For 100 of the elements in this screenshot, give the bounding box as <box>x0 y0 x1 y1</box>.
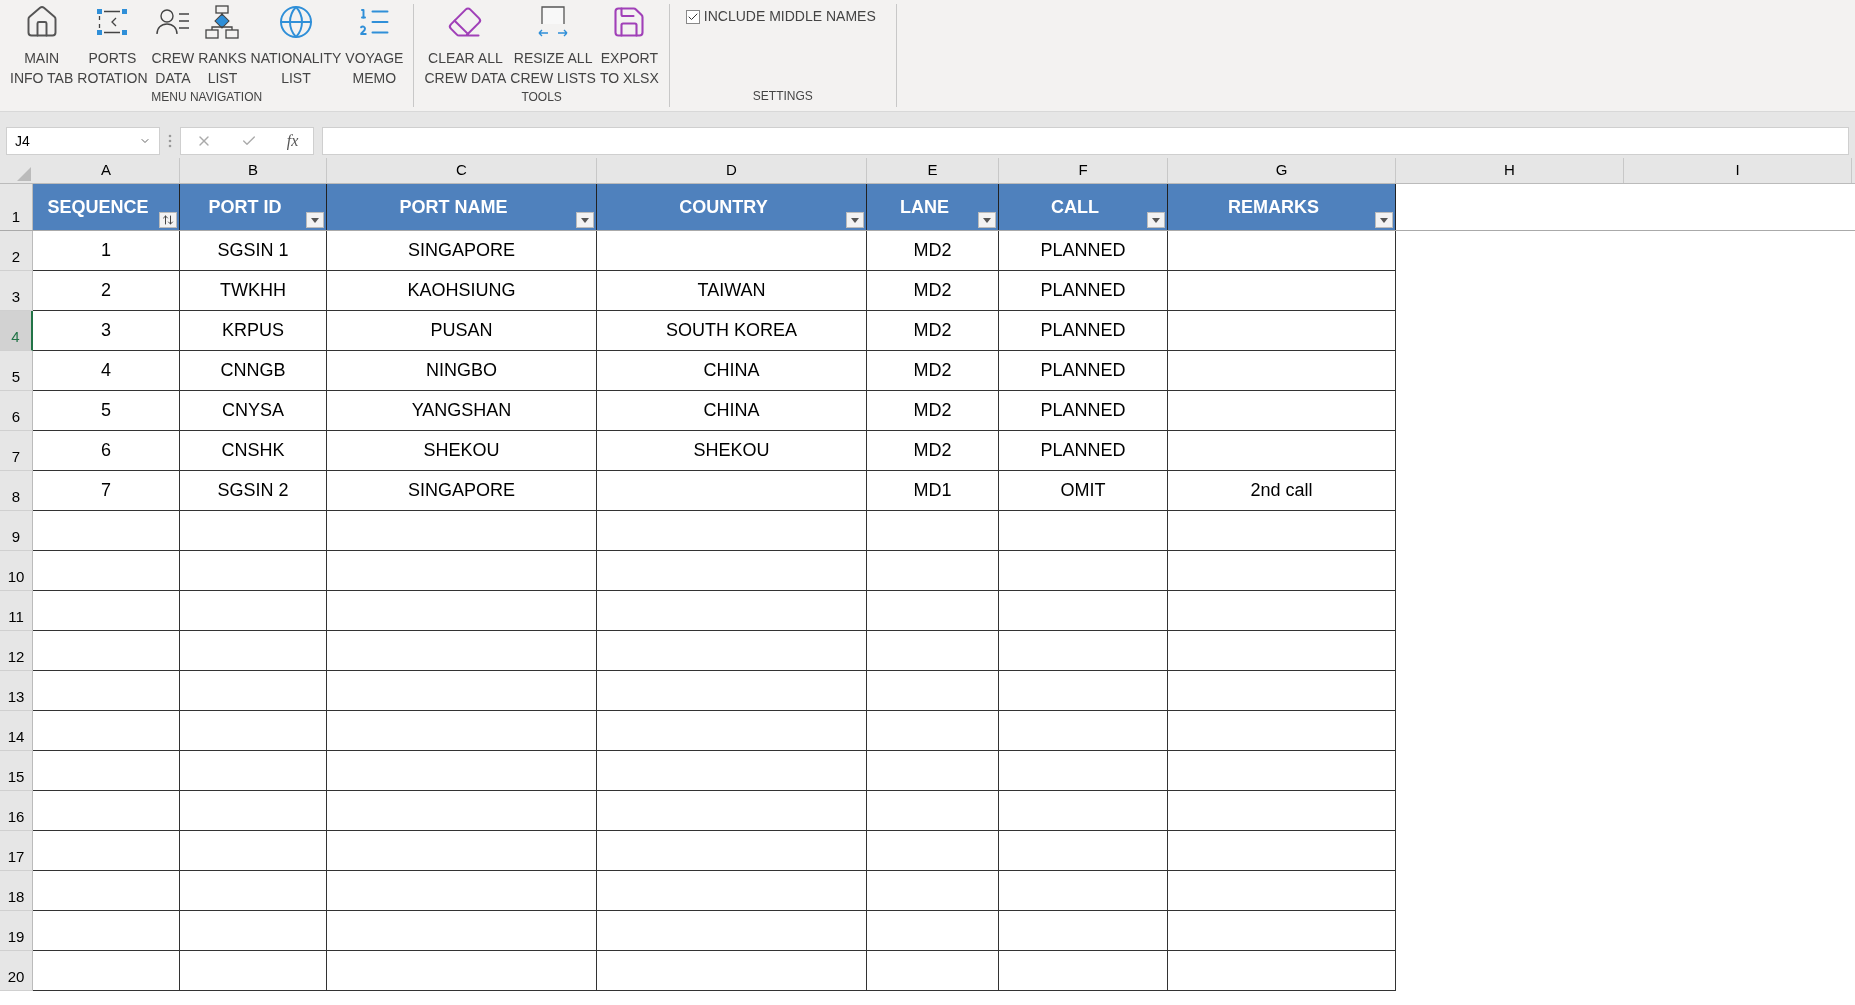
table-cell: CNNGB <box>180 351 327 391</box>
table-cell: PLANNED <box>999 391 1168 431</box>
table-header-cell: REMARKS <box>1168 184 1396 230</box>
table-cell: PLANNED <box>999 351 1168 391</box>
filter-button[interactable] <box>1147 212 1165 228</box>
ribbon-button[interactable]: RANKS LIST <box>196 4 249 88</box>
column-header[interactable]: B <box>180 158 327 183</box>
table-cell: SOUTH KOREA <box>597 311 867 351</box>
sort-icon <box>162 214 174 226</box>
checkbox[interactable] <box>685 9 700 24</box>
function-icon[interactable]: fx <box>286 129 299 153</box>
group-label: TOOLS <box>520 89 563 106</box>
column-header[interactable]: F <box>999 158 1168 183</box>
row-number[interactable]: 11 <box>0 591 33 631</box>
filter-button[interactable] <box>978 212 996 228</box>
table-cell: TAIWAN <box>597 271 867 311</box>
column-header[interactable]: A <box>33 158 180 183</box>
row-number[interactable]: 20 <box>0 951 33 991</box>
column-header[interactable]: C <box>327 158 597 183</box>
row-number[interactable]: 18 <box>0 871 33 911</box>
filter-button[interactable] <box>1375 212 1393 228</box>
row-number[interactable]: 15 <box>0 751 33 791</box>
table-cell: 4 <box>33 351 180 391</box>
filter-button[interactable] <box>576 212 594 228</box>
row-number[interactable]: 13 <box>0 671 33 711</box>
table-cell: MD2 <box>867 391 999 431</box>
row-number[interactable]: 19 <box>0 911 33 951</box>
table-cell: YANGSHAN <box>327 391 597 431</box>
row-number[interactable]: 7 <box>0 431 33 471</box>
table-cell: 7 <box>33 471 180 511</box>
ribbon-button[interactable]: NATIONALITY LIST <box>248 4 344 88</box>
ribbon-button[interactable]: VOYAGE MEMO <box>343 4 406 88</box>
ribbon-button[interactable]: PORTS ROTATION <box>75 4 150 88</box>
table-cell: 6 <box>33 431 180 471</box>
table-cell: MD2 <box>867 431 999 471</box>
row-number[interactable]: 16 <box>0 791 33 831</box>
column-header[interactable]: I <box>1624 158 1852 183</box>
group-label: MENU NAVIGATION <box>150 89 264 106</box>
table-cell: SINGAPORE <box>327 231 597 271</box>
table-cell: SGSIN 2 <box>180 471 327 511</box>
table-cell: SINGAPORE <box>327 471 597 511</box>
ribbon-button[interactable]: RESIZE ALL CREW LISTS <box>508 4 598 88</box>
column-header[interactable]: G <box>1168 158 1396 183</box>
row-number[interactable]: 3 <box>0 271 33 311</box>
caret-icon <box>983 217 991 223</box>
filter-button[interactable] <box>306 212 324 228</box>
column-header[interactable]: H <box>1396 158 1624 183</box>
table-header-cell: COUNTRY <box>597 184 867 230</box>
table-cell: PLANNED <box>999 231 1168 271</box>
table-cell: PUSAN <box>327 311 597 351</box>
row-number[interactable]: 8 <box>0 471 33 511</box>
table-cell: PLANNED <box>999 271 1168 311</box>
row-number[interactable]: 6 <box>0 391 33 431</box>
table-cell: SHEKOU <box>597 431 867 471</box>
filter-button[interactable] <box>159 212 177 228</box>
caret-icon <box>1380 217 1388 223</box>
table-header-cell: CALL <box>999 184 1168 230</box>
row-number[interactable]: 10 <box>0 551 33 591</box>
table-cell: PLANNED <box>999 311 1168 351</box>
row-number[interactable]: 4 <box>0 311 33 351</box>
table-cell: PLANNED <box>999 431 1168 471</box>
row-number[interactable]: 12 <box>0 631 33 671</box>
table-cell: OMIT <box>999 471 1168 511</box>
globe-icon <box>277 4 314 40</box>
ribbon-button[interactable]: MAIN INFO TAB <box>8 4 76 88</box>
table-cell: MD2 <box>867 231 999 271</box>
grip-icon <box>168 134 172 148</box>
ribbon-button[interactable]: CREW DATA <box>149 4 197 88</box>
ribbon-button[interactable]: EXPORT TO XLSX <box>597 4 661 88</box>
row-number[interactable]: 9 <box>0 511 33 551</box>
name-box[interactable]: J4 <box>6 127 160 155</box>
table-cell: 2nd call <box>1168 471 1396 511</box>
table-cell: TWKHH <box>180 271 327 311</box>
table-header-cell: PORT ID <box>180 184 327 230</box>
table-cell: SGSIN 1 <box>180 231 327 271</box>
table-cell: CHINA <box>597 351 867 391</box>
filter-button[interactable] <box>846 212 864 228</box>
table-cell: SHEKOU <box>327 431 597 471</box>
table-cell: MD2 <box>867 271 999 311</box>
caret-icon <box>1152 217 1160 223</box>
table-cell: CNYSA <box>180 391 327 431</box>
caret-icon <box>311 217 319 223</box>
org-chart-icon <box>204 4 241 40</box>
row-number[interactable]: 1 <box>0 184 33 230</box>
table-cell: 1 <box>33 231 180 271</box>
row-number[interactable]: 14 <box>0 711 33 751</box>
ribbon-button[interactable]: CLEAR ALL CREW DATA <box>422 4 509 88</box>
table-header-cell: SEQUENCE <box>33 184 180 230</box>
column-header[interactable]: D <box>597 158 867 183</box>
row-number[interactable]: 5 <box>0 351 33 391</box>
table-header-cell: PORT NAME <box>327 184 597 230</box>
caret-icon <box>851 217 859 223</box>
row-number[interactable]: 17 <box>0 831 33 871</box>
table-cell: CHINA <box>597 391 867 431</box>
table-cell: MD1 <box>867 471 999 511</box>
formula-input[interactable] <box>322 127 1849 155</box>
checkbox-label: INCLUDE MIDDLE NAMES <box>703 7 876 26</box>
table-cell: 3 <box>33 311 180 351</box>
column-header[interactable]: E <box>867 158 999 183</box>
row-number[interactable]: 2 <box>0 231 33 271</box>
